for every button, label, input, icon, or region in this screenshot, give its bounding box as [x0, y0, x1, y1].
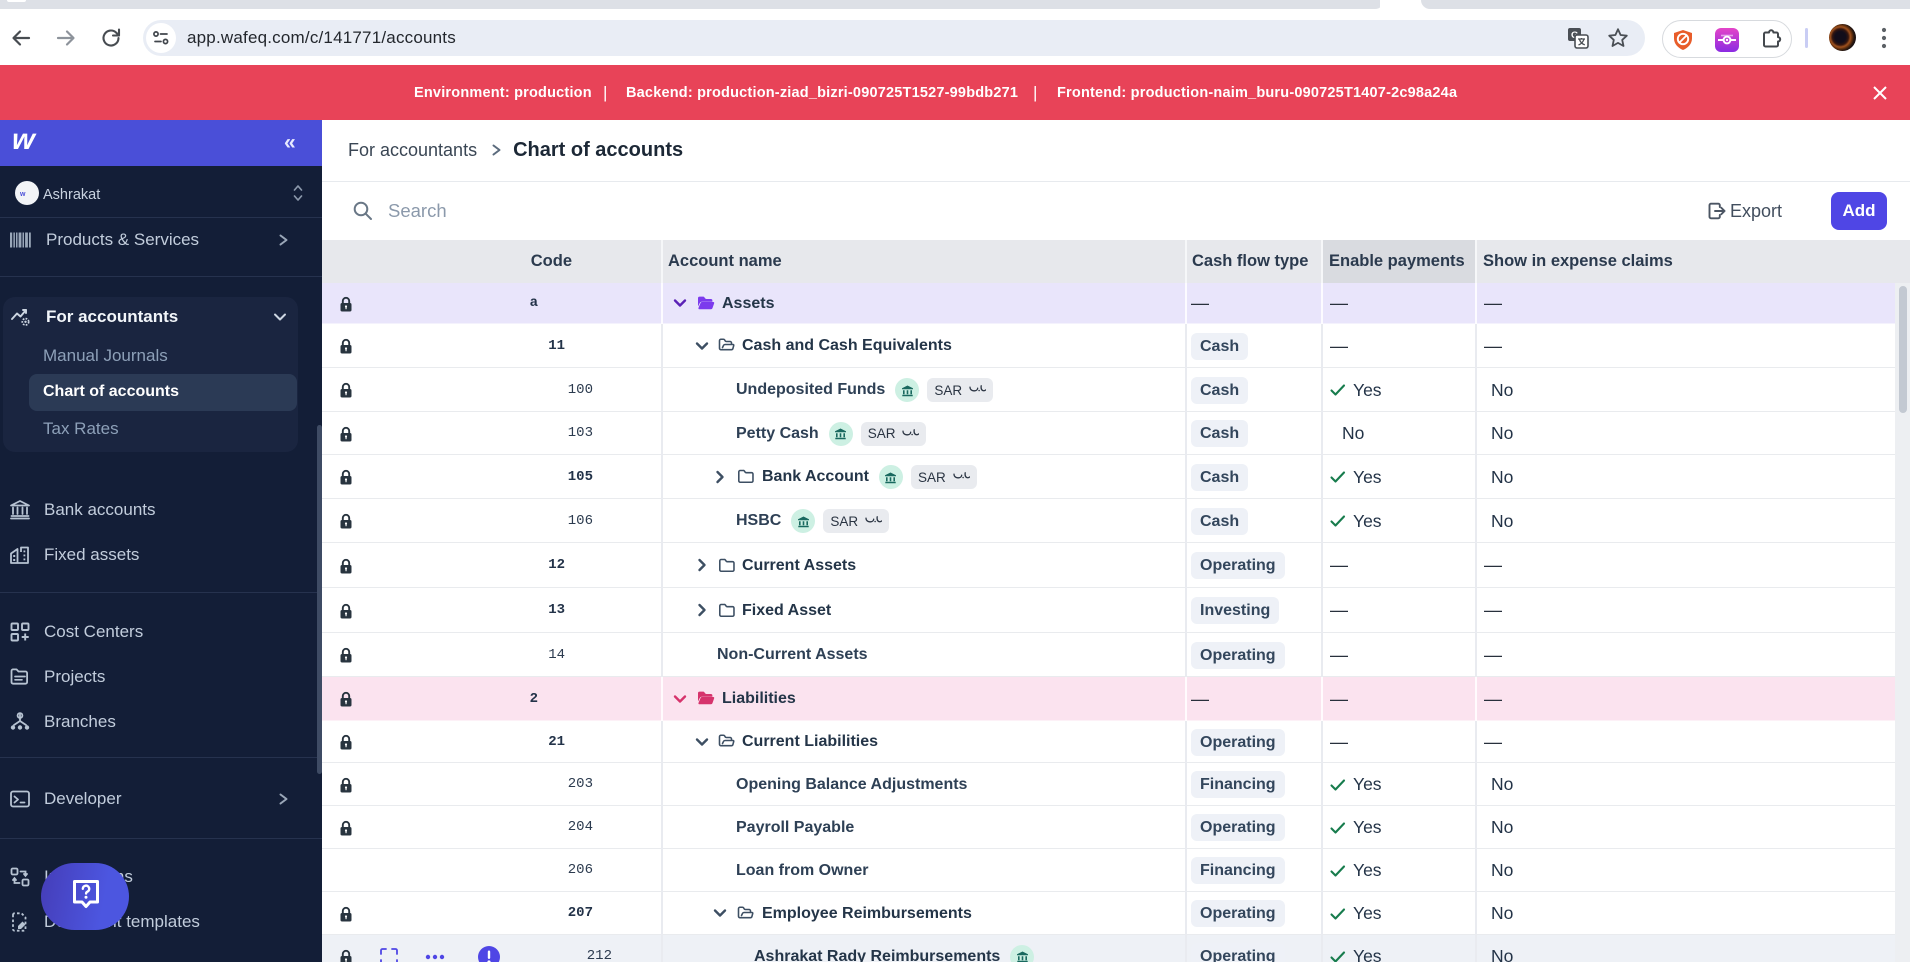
- svg-text:w: w: [19, 191, 26, 198]
